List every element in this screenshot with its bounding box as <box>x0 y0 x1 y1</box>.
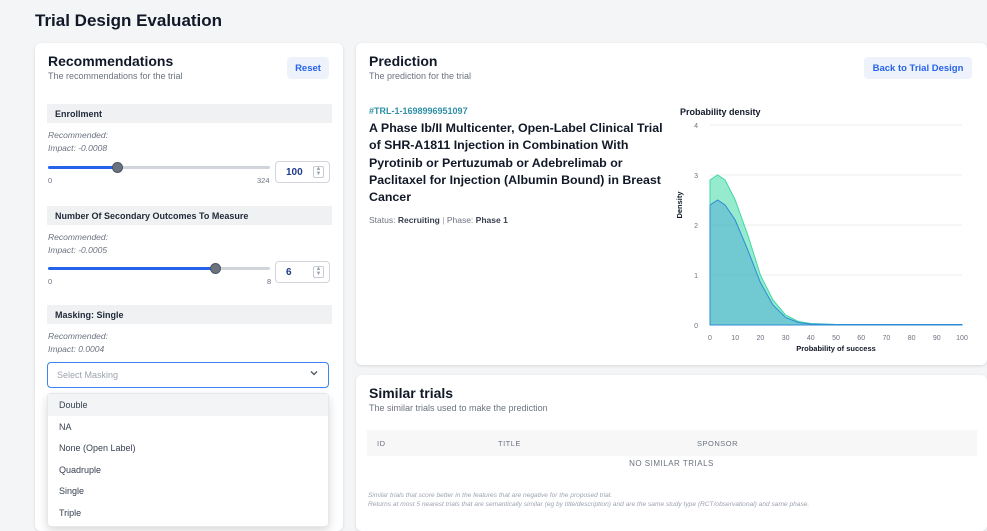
similar-trials-title: Similar trials <box>369 385 454 401</box>
y-tick-label: 2 <box>694 223 698 230</box>
similar-trials-note-line1: Similar trials that score better in the … <box>368 492 613 499</box>
similar-trials-card: Similar trials The similar trials used t… <box>356 375 987 531</box>
column-header-sponsor[interactable]: SPONSOR <box>697 439 738 448</box>
x-tick-label: 70 <box>883 335 891 342</box>
similar-trials-subtitle: The similar trials used to make the pred… <box>369 403 548 413</box>
enrollment-section-header: Enrollment <box>47 104 332 123</box>
masking-impact: Impact: 0.0004 <box>48 344 105 354</box>
secondary-outcomes-min-label: 0 <box>48 277 53 286</box>
similar-trials-note: Similar trials that score better in the … <box>368 491 978 509</box>
back-to-trial-design-button[interactable]: Back to Trial Design <box>864 57 972 79</box>
column-header-title[interactable]: TITLE <box>498 439 521 448</box>
masking-option-na[interactable]: NA <box>48 416 328 438</box>
masking-option-double[interactable]: Double <box>48 394 328 416</box>
x-axis-label: Probability of success <box>796 344 876 353</box>
masking-option-quadruple[interactable]: Quadruple <box>48 459 328 481</box>
secondary-outcomes-slider[interactable] <box>48 263 270 274</box>
secondary-outcomes-number-input[interactable]: 6 ▲ ▼ <box>275 261 330 283</box>
recommendations-subtitle: The recommendations for the trial <box>48 71 183 81</box>
masking-option-none-open-label[interactable]: None (Open Label) <box>48 437 328 459</box>
similar-trials-table-header: ID TITLE SPONSOR <box>367 430 977 456</box>
secondary-outcomes-recommended: Recommended: <box>48 232 109 242</box>
series-area-current <box>709 199 963 326</box>
x-tick-label: 90 <box>933 335 941 342</box>
y-tick-label: 0 <box>694 323 698 330</box>
column-header-id[interactable]: ID <box>377 439 386 448</box>
secondary-outcomes-impact: Impact: -0.0005 <box>48 245 108 255</box>
enrollment-slider-fill <box>48 166 117 169</box>
x-tick-label: 20 <box>757 335 765 342</box>
enrollment-number-input[interactable]: 100 ▲ ▼ <box>275 161 330 183</box>
prediction-card: Prediction The prediction for the trial … <box>356 43 987 365</box>
y-tick-label: 1 <box>694 273 698 280</box>
enrollment-value: 100 <box>286 167 303 178</box>
masking-section-header: Masking: Single <box>47 305 332 324</box>
recommendations-title: Recommendations <box>48 53 174 69</box>
masking-option-triple[interactable]: Triple <box>48 502 328 524</box>
prediction-subtitle: The prediction for the trial <box>369 71 472 81</box>
probability-density-chart: Probability density 0 1 2 3 4 0 10 20 30 40 50 60 70 8… <box>674 103 974 365</box>
no-similar-trials-message: NO SIMILAR TRIALS <box>629 459 714 468</box>
status-value: Recruiting <box>397 215 440 225</box>
similar-trials-note-line2: Returns at most 5 nearest trials that ar… <box>368 501 810 508</box>
secondary-outcomes-slider-thumb[interactable] <box>209 263 221 274</box>
masking-select-placeholder: Select Masking <box>57 370 119 380</box>
secondary-outcomes-stepper-icon[interactable]: ▲ ▼ <box>313 266 324 278</box>
secondary-outcomes-section-header: Number Of Secondary Outcomes To Measure <box>47 206 332 225</box>
phase-label: Phase: <box>446 215 474 225</box>
x-tick-label: 80 <box>908 335 916 342</box>
enrollment-min-label: 0 <box>48 176 53 185</box>
enrollment-slider[interactable] <box>48 162 270 173</box>
phase-value: Phase 1 <box>475 215 508 225</box>
masking-select[interactable]: Select Masking <box>47 362 329 388</box>
trial-title: A Phase Ib/II Multicenter, Open-Label Cl… <box>369 121 663 205</box>
masking-dropdown-menu: Double NA None (Open Label) Quadruple Single… <box>47 393 329 527</box>
masking-option-single[interactable]: Single <box>48 480 328 502</box>
page-title: Trial Design Evaluation <box>35 11 223 30</box>
chart-title: Probability density <box>680 107 761 117</box>
y-axis-label: Density <box>675 191 684 219</box>
x-tick-label: 10 <box>731 335 739 342</box>
x-tick-label: 100 <box>956 335 968 342</box>
enrollment-stepper-icon[interactable]: ▲ ▼ <box>313 166 324 178</box>
prediction-title: Prediction <box>369 53 438 69</box>
x-tick-label: 30 <box>782 335 790 342</box>
enrollment-max-label: 324 <box>257 176 270 185</box>
secondary-outcomes-max-label: 8 <box>267 277 272 286</box>
reset-button[interactable]: Reset <box>287 57 329 79</box>
x-tick-label: 0 <box>708 335 712 342</box>
chevron-down-icon[interactable] <box>309 368 319 380</box>
enrollment-recommended: Recommended: <box>48 130 109 140</box>
x-tick-label: 60 <box>857 335 865 342</box>
y-tick-label: 3 <box>694 173 698 180</box>
x-tick-label: 50 <box>832 335 840 342</box>
status-label: Status: <box>369 215 396 225</box>
trial-id: #TRL-1-1698996951097 <box>369 106 468 116</box>
trial-status-line: Status: Recruiting | Phase: Phase 1 <box>369 215 508 225</box>
secondary-outcomes-slider-fill <box>48 267 215 270</box>
secondary-outcomes-value: 6 <box>286 267 292 278</box>
chart-svg: Probability density012340 10 20 30 40 50 60 70 8… <box>675 107 968 365</box>
enrollment-impact: Impact: -0.0008 <box>48 143 108 153</box>
y-tick-label: 4 <box>694 123 698 130</box>
x-tick-label: 40 <box>807 335 815 342</box>
masking-recommended: Recommended: <box>48 331 109 341</box>
enrollment-slider-thumb[interactable] <box>111 162 123 173</box>
